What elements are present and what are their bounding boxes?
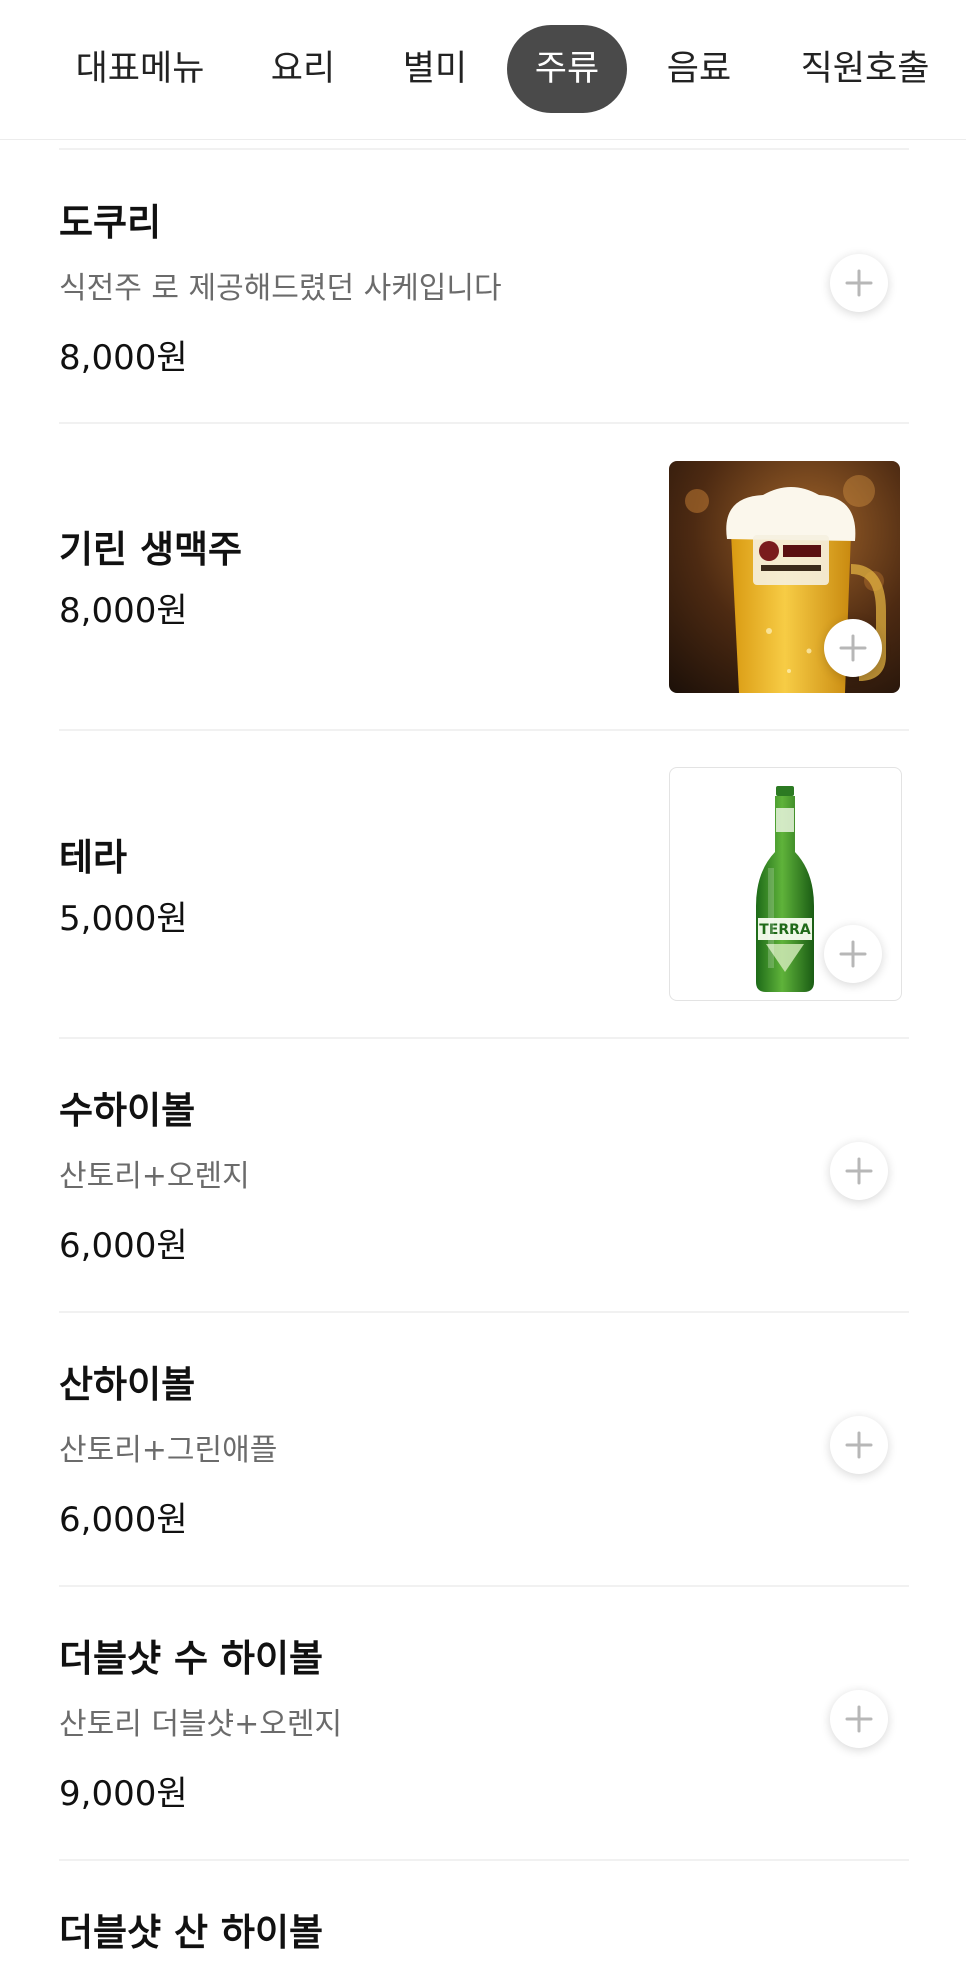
tab-dishes[interactable]: 요리 [255, 25, 351, 113]
item-price: 6,000원 [59, 1500, 188, 1540]
tab-specials[interactable]: 별미 [387, 25, 483, 113]
item-name: 도쿠리 [59, 201, 162, 244]
item-name: 테라 [59, 836, 128, 879]
add-to-cart-button[interactable] [830, 1416, 888, 1474]
add-to-cart-button[interactable] [830, 254, 888, 312]
item-description: 식전주 로 제공해드렸던 사케입니다 [59, 271, 502, 306]
item-description: 산토리+그린애플 [59, 1433, 278, 1468]
plus-icon [845, 1705, 873, 1733]
plus-icon [845, 1431, 873, 1459]
tab-signature-menu[interactable]: 대표메뉴 [60, 25, 220, 113]
tab-alcohol[interactable]: 주류 [507, 25, 627, 113]
divider [59, 422, 909, 424]
item-price: 8,000원 [59, 591, 188, 631]
svg-text:TERRA: TERRA [759, 922, 811, 938]
item-name: 수하이볼 [59, 1089, 196, 1132]
divider [59, 1037, 909, 1039]
item-price: 8,000원 [59, 338, 188, 378]
item-price: 5,000원 [59, 899, 188, 939]
item-description: 산토리+오렌지 [59, 1159, 250, 1194]
tab-beverages[interactable]: 음료 [651, 25, 747, 113]
plus-icon [839, 634, 867, 662]
item-price: 6,000원 [59, 1226, 188, 1266]
divider [59, 1311, 909, 1313]
divider [59, 729, 909, 731]
divider [59, 1859, 909, 1861]
item-price: 9,000원 [59, 1774, 188, 1814]
plus-icon [845, 1157, 873, 1185]
plus-icon [839, 940, 867, 968]
add-to-cart-button[interactable] [830, 1690, 888, 1748]
add-to-cart-button[interactable] [824, 925, 882, 983]
item-name: 더블샷 수 하이볼 [59, 1637, 324, 1680]
item-name: 기린 생맥주 [59, 528, 243, 571]
divider [59, 148, 909, 150]
tab-call-staff[interactable]: 직원호출 [790, 25, 940, 113]
add-to-cart-button[interactable] [824, 619, 882, 677]
item-name: 더블샷 산 하이볼 [59, 1911, 324, 1954]
plus-icon [845, 269, 873, 297]
divider [59, 1585, 909, 1587]
item-description: 산토리 더블샷+오렌지 [59, 1707, 343, 1742]
category-tab-bar: 대표메뉴 요리 별미 주류 음료 직원호출 [0, 0, 966, 140]
add-to-cart-button[interactable] [830, 1142, 888, 1200]
item-name: 산하이볼 [59, 1363, 196, 1406]
